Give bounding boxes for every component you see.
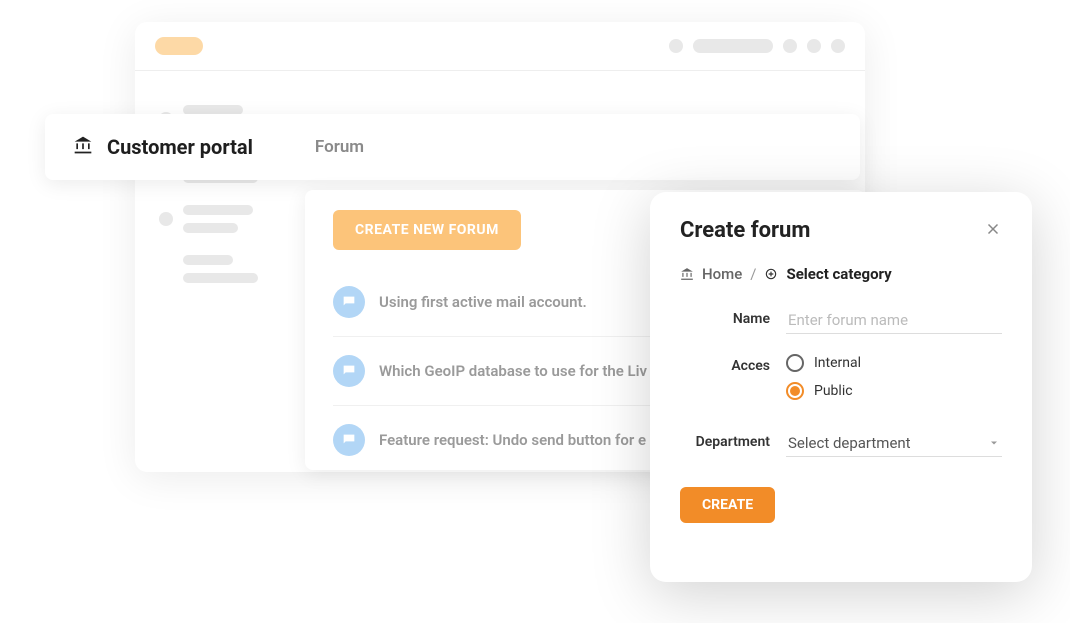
bank-icon xyxy=(680,267,694,281)
access-label: Acces xyxy=(680,354,770,374)
bg-sidebar xyxy=(135,71,305,339)
portal-title: Customer portal xyxy=(107,135,253,159)
create-new-forum-button[interactable]: CREATE NEW FORUM xyxy=(333,210,521,250)
radio-icon xyxy=(786,354,804,372)
access-radio-internal[interactable]: Internal xyxy=(786,354,1002,372)
section-label: Forum xyxy=(315,137,364,157)
close-icon[interactable] xyxy=(984,220,1002,242)
breadcrumb-home[interactable]: Home xyxy=(702,265,742,283)
forum-chat-icon xyxy=(333,355,365,387)
forum-chat-icon xyxy=(333,286,365,318)
radio-icon xyxy=(786,382,804,400)
modal-title: Create forum xyxy=(680,218,810,243)
forum-name-input[interactable] xyxy=(786,307,1002,334)
bank-icon xyxy=(73,135,93,159)
name-label: Name xyxy=(680,307,770,327)
bg-controls xyxy=(669,39,845,53)
bg-window-top xyxy=(135,22,865,70)
bg-dot xyxy=(807,39,821,53)
bg-dot xyxy=(783,39,797,53)
department-field-row: Department Select department xyxy=(680,430,1002,457)
plus-circle-icon xyxy=(764,267,778,281)
create-submit-button[interactable]: CREATE xyxy=(680,487,775,523)
bg-dot xyxy=(831,39,845,53)
access-field-row: Acces Internal Public xyxy=(680,354,1002,410)
name-field-row: Name xyxy=(680,307,1002,334)
department-select[interactable]: Select department xyxy=(786,430,1002,457)
bg-pill-long xyxy=(693,39,773,53)
bg-pill xyxy=(155,37,203,55)
breadcrumb: Home / Select category xyxy=(680,265,1002,283)
create-forum-modal: Create forum Home / Select category Name… xyxy=(650,192,1032,582)
bg-dot xyxy=(669,39,683,53)
department-label: Department xyxy=(680,430,770,450)
chevron-down-icon xyxy=(988,437,1000,449)
radio-label: Internal xyxy=(814,355,861,371)
department-placeholder: Select department xyxy=(788,434,911,452)
breadcrumb-select-category[interactable]: Select category xyxy=(786,265,891,283)
modal-header: Create forum xyxy=(680,218,1002,243)
radio-label: Public xyxy=(814,383,853,399)
forum-chat-icon xyxy=(333,424,365,456)
access-radio-public[interactable]: Public xyxy=(786,382,1002,400)
header-card: Customer portal Forum xyxy=(45,114,860,180)
breadcrumb-separator: / xyxy=(750,265,756,283)
